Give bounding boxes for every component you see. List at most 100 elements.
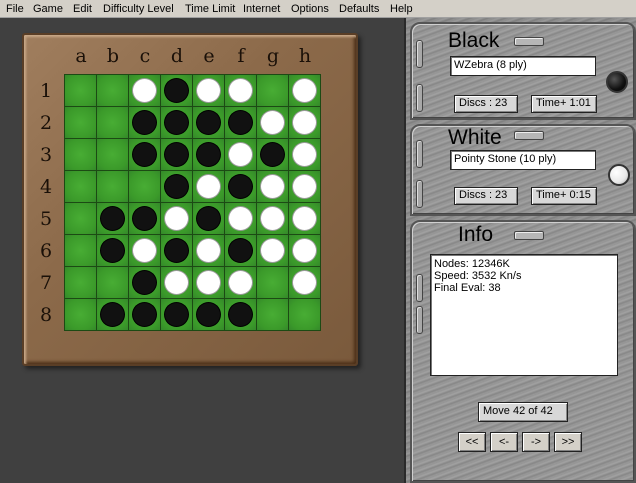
board-square-a1[interactable] [65, 75, 96, 106]
board-square-c3[interactable] [129, 139, 160, 170]
board-square-a3[interactable] [65, 139, 96, 170]
white-grip-handle[interactable] [416, 140, 423, 168]
menu-internet[interactable]: Internet [243, 2, 280, 16]
menu-game[interactable]: Game [33, 2, 63, 16]
board-square-a4[interactable] [65, 171, 96, 202]
board-square-a8[interactable] [65, 299, 96, 330]
board-square-a5[interactable] [65, 203, 96, 234]
board-square-b7[interactable] [97, 267, 128, 298]
black-player-field[interactable]: WZebra (8 ply) [450, 56, 596, 76]
menu-defaults[interactable]: Defaults [339, 2, 379, 16]
white-disc [229, 207, 252, 230]
board-square-c7[interactable] [129, 267, 160, 298]
board-square-f3[interactable] [225, 139, 256, 170]
black-disc [133, 271, 156, 294]
board-square-b6[interactable] [97, 235, 128, 266]
board-square-f6[interactable] [225, 235, 256, 266]
board-square-h2[interactable] [289, 107, 320, 138]
info-nodes: Nodes: 12346K [434, 258, 510, 270]
board-square-c4[interactable] [129, 171, 160, 202]
board-square-d8[interactable] [161, 299, 192, 330]
board-square-f7[interactable] [225, 267, 256, 298]
board-square-g7[interactable] [257, 267, 288, 298]
board-square-c5[interactable] [129, 203, 160, 234]
board-square-d5[interactable] [161, 203, 192, 234]
board-square-e5[interactable] [193, 203, 224, 234]
menu-file[interactable]: File [6, 2, 24, 16]
white-player-field[interactable]: Pointy Stone (10 ply) [450, 150, 596, 170]
menu-difficulty-level[interactable]: Difficulty Level [103, 2, 174, 16]
board-square-c2[interactable] [129, 107, 160, 138]
board-square-c1[interactable] [129, 75, 160, 106]
board-square-h7[interactable] [289, 267, 320, 298]
board-square-e2[interactable] [193, 107, 224, 138]
board-square-g3[interactable] [257, 139, 288, 170]
menu-edit[interactable]: Edit [73, 2, 92, 16]
white-disc [293, 271, 316, 294]
menu-time-limit[interactable]: Time Limit [185, 2, 235, 16]
board-square-h3[interactable] [289, 139, 320, 170]
board-square-a6[interactable] [65, 235, 96, 266]
board-square-g2[interactable] [257, 107, 288, 138]
board-square-c6[interactable] [129, 235, 160, 266]
board-square-d2[interactable] [161, 107, 192, 138]
white-time: Time+ 0:15 [531, 187, 597, 205]
info-panel-toggle-button[interactable] [514, 231, 544, 240]
board-square-d3[interactable] [161, 139, 192, 170]
board-square-e1[interactable] [193, 75, 224, 106]
board-square-b1[interactable] [97, 75, 128, 106]
white-disc [197, 239, 220, 262]
previous-move-button[interactable]: <- [490, 432, 518, 452]
white-panel-toggle-button[interactable] [514, 131, 544, 140]
board-square-b2[interactable] [97, 107, 128, 138]
board-square-h5[interactable] [289, 203, 320, 234]
board-square-f5[interactable] [225, 203, 256, 234]
board-square-g8[interactable] [257, 299, 288, 330]
board-square-h1[interactable] [289, 75, 320, 106]
board-square-b4[interactable] [97, 171, 128, 202]
board-square-a7[interactable] [65, 267, 96, 298]
board-square-g4[interactable] [257, 171, 288, 202]
board-square-f1[interactable] [225, 75, 256, 106]
black-disc [133, 207, 156, 230]
white-grip-handle-lower[interactable] [416, 180, 423, 208]
board-square-b3[interactable] [97, 139, 128, 170]
board-square-h4[interactable] [289, 171, 320, 202]
first-move-button[interactable]: << [458, 432, 486, 452]
board-square-h6[interactable] [289, 235, 320, 266]
black-disc [165, 303, 188, 326]
board-square-h8[interactable] [289, 299, 320, 330]
board-square-b8[interactable] [97, 299, 128, 330]
board-square-c8[interactable] [129, 299, 160, 330]
board-square-b5[interactable] [97, 203, 128, 234]
black-panel-toggle-button[interactable] [514, 37, 544, 46]
white-disc [261, 239, 284, 262]
board-square-d6[interactable] [161, 235, 192, 266]
row-label-6: 6 [39, 240, 53, 262]
board-square-f8[interactable] [225, 299, 256, 330]
board-square-d4[interactable] [161, 171, 192, 202]
last-move-button[interactable]: >> [554, 432, 582, 452]
info-grip-handle[interactable] [416, 274, 423, 302]
board-square-e8[interactable] [193, 299, 224, 330]
board-square-f2[interactable] [225, 107, 256, 138]
board-square-e4[interactable] [193, 171, 224, 202]
board-square-g5[interactable] [257, 203, 288, 234]
info-grip-handle-lower[interactable] [416, 306, 423, 334]
board-square-f4[interactable] [225, 171, 256, 202]
board-square-e6[interactable] [193, 235, 224, 266]
board-square-d1[interactable] [161, 75, 192, 106]
board-square-e3[interactable] [193, 139, 224, 170]
menu-options[interactable]: Options [291, 2, 329, 16]
black-grip-handle-lower[interactable] [416, 84, 423, 112]
board-square-g6[interactable] [257, 235, 288, 266]
black-grip-handle[interactable] [416, 40, 423, 68]
othello-board[interactable] [64, 74, 321, 331]
column-label-d: d [170, 45, 184, 67]
board-square-g1[interactable] [257, 75, 288, 106]
board-square-d7[interactable] [161, 267, 192, 298]
menu-help[interactable]: Help [390, 2, 413, 16]
board-square-a2[interactable] [65, 107, 96, 138]
next-move-button[interactable]: -> [522, 432, 550, 452]
board-square-e7[interactable] [193, 267, 224, 298]
